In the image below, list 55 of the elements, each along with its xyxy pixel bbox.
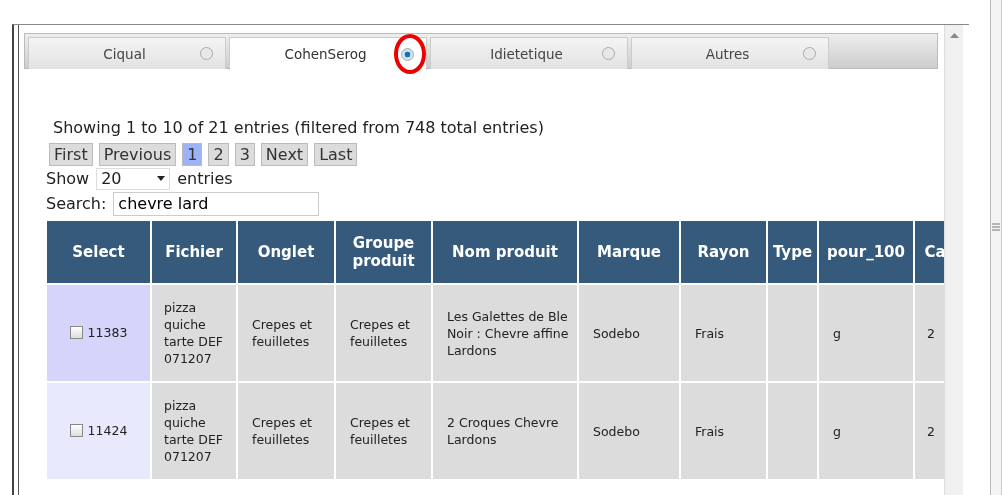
- tab[interactable]: Idietetique: [430, 37, 628, 69]
- page-button[interactable]: Next: [260, 143, 309, 166]
- tab[interactable]: Autres: [631, 37, 829, 69]
- radio-button[interactable]: [602, 47, 615, 60]
- grip-icon: [992, 223, 1001, 231]
- column-header: Marque: [579, 221, 679, 283]
- page-button[interactable]: Previous: [98, 143, 177, 166]
- page-button[interactable]: 1: [182, 143, 203, 166]
- scrollbar[interactable]: [990, 0, 1002, 495]
- entries-label: entries: [177, 169, 233, 188]
- column-header: Fichier: [152, 221, 236, 283]
- table-cell: Les Galettes de Ble Noir : Chevre affine Lardons: [433, 285, 577, 381]
- table-cell: g: [819, 383, 913, 479]
- column-header: Ca: [915, 221, 944, 283]
- entries-dropdown[interactable]: 20: [96, 167, 171, 190]
- table-cell: Crepes et feuilletes: [336, 383, 431, 479]
- table-cell: 2: [915, 285, 944, 381]
- table-cell: 2: [915, 383, 944, 479]
- search-field[interactable]: chevre lard: [113, 191, 320, 216]
- page-button[interactable]: Last: [314, 143, 358, 166]
- table-cell: g: [819, 285, 913, 381]
- column-header: Rayon: [681, 221, 766, 283]
- row-id: 11424: [87, 421, 128, 439]
- table-cell: pizza quiche tarte DEF 071207: [152, 285, 236, 381]
- radio-button[interactable]: [803, 47, 816, 60]
- page-button[interactable]: 2: [208, 143, 229, 166]
- entries-info: Showing 1 to 10 of 21 entries (filtered from 748 total entries): [53, 118, 545, 137]
- table-cell: Crepes et feuilletes: [238, 383, 334, 479]
- page-button[interactable]: 3: [234, 143, 255, 166]
- table-cell: Frais: [681, 285, 766, 381]
- radio-button[interactable]: [200, 47, 213, 60]
- table-cell: 2 Croques Chevre Lardons: [433, 383, 577, 479]
- row-id: 11383: [87, 323, 128, 341]
- column-header: Type: [768, 221, 817, 283]
- column-header: Select: [47, 221, 150, 283]
- row-checkbox[interactable]: [69, 325, 83, 339]
- table-cell: Sodebo: [579, 285, 679, 381]
- scroll-up-icon[interactable]: [949, 33, 959, 38]
- caret-icon: [157, 176, 166, 181]
- table-cell: Sodebo: [579, 383, 679, 479]
- column-header: Onglet: [238, 221, 334, 283]
- row-checkbox[interactable]: [69, 423, 83, 437]
- table-cell: pizza quiche tarte DEF 071207: [152, 383, 236, 479]
- tab[interactable]: Ciqual: [28, 37, 226, 69]
- column-header: pour_100: [819, 221, 913, 283]
- table-cell: Crepes et feuilletes: [238, 285, 334, 381]
- search-label: Search:: [46, 194, 107, 213]
- radio-button[interactable]: [401, 47, 414, 61]
- scrollbar[interactable]: [944, 25, 963, 495]
- column-header: Nom produit: [433, 221, 577, 283]
- page-button[interactable]: First: [49, 143, 93, 166]
- show-label: Show: [46, 169, 90, 188]
- table-cell: Crepes et feuilletes: [336, 285, 431, 381]
- column-header: Groupe produit: [336, 221, 431, 283]
- table-cell: Frais: [681, 383, 766, 479]
